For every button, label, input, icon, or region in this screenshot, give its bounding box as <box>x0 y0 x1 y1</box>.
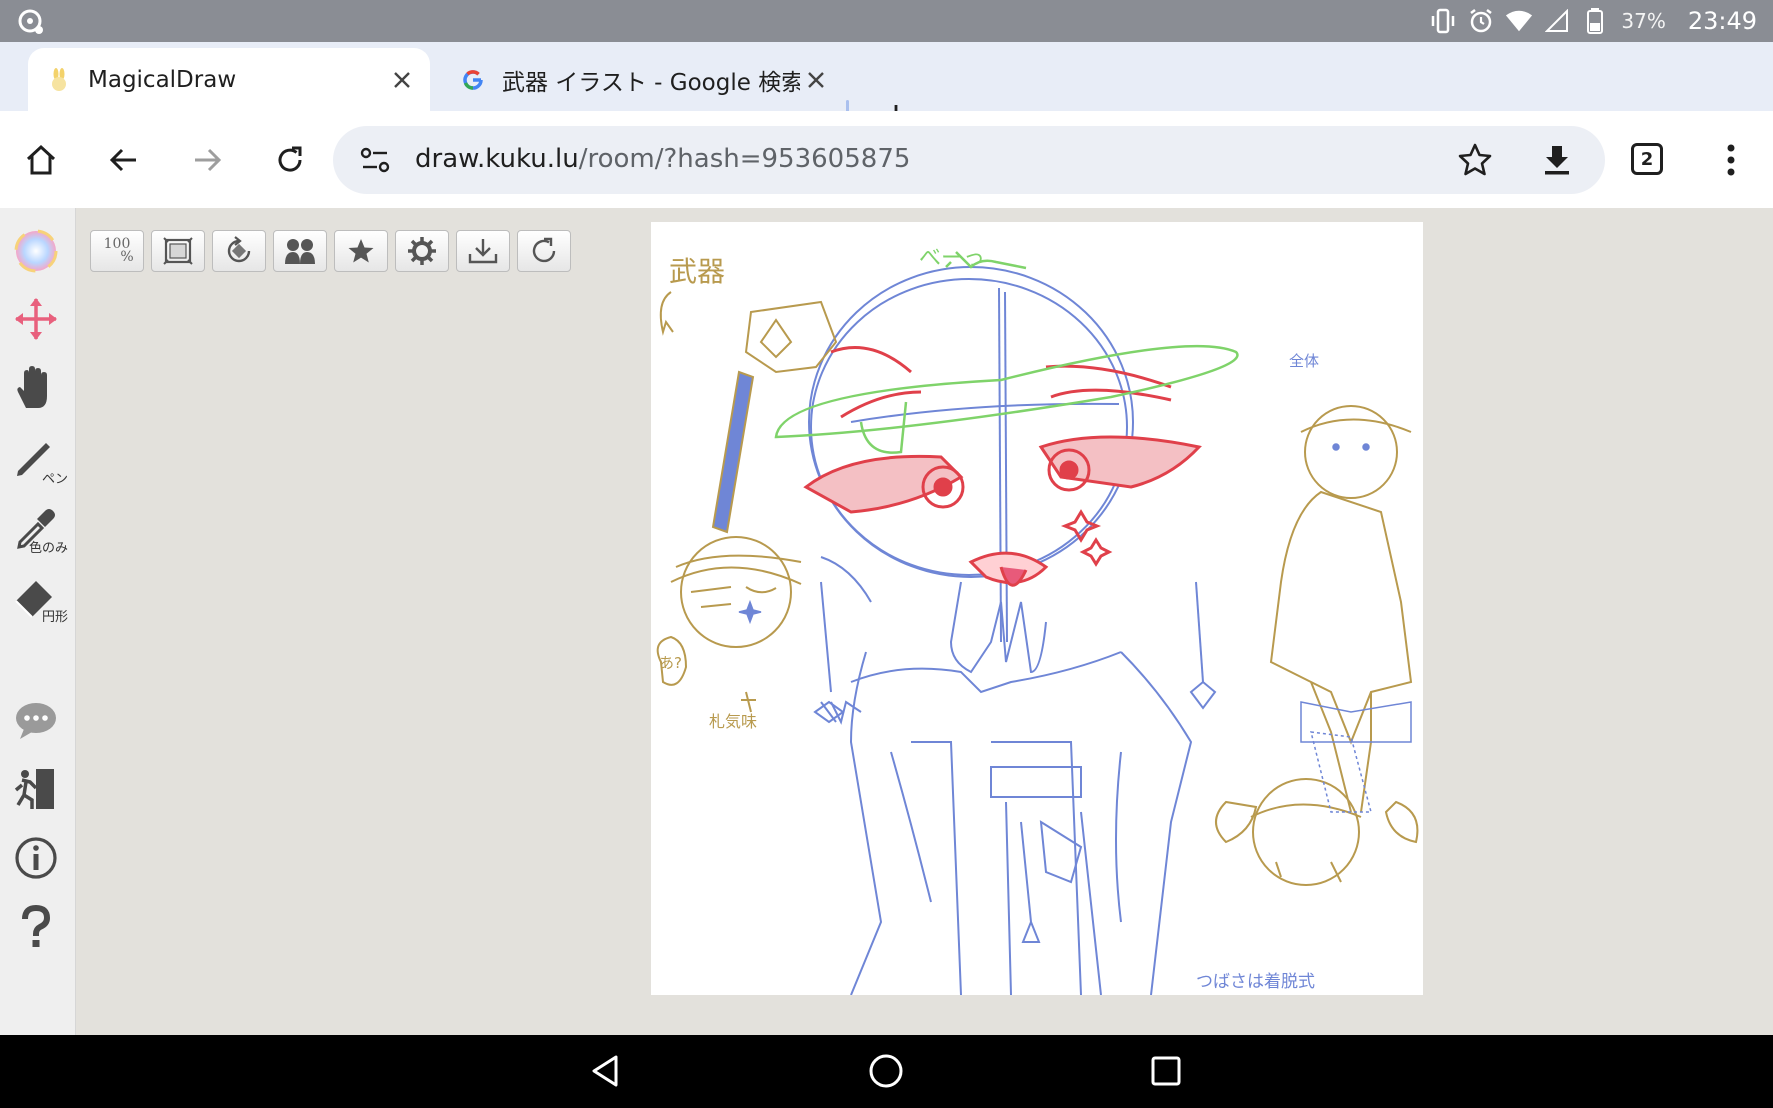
address-bar[interactable]: draw.kuku.lu/room/?hash=953605875 <box>333 126 1605 194</box>
battery-icon <box>1581 7 1609 35</box>
home-button[interactable] <box>18 137 64 183</box>
drawing-label-weapon: 武器 <box>669 255 726 288</box>
bookmark-star-icon[interactable] <box>1457 142 1493 178</box>
move-arrows-icon <box>12 295 60 343</box>
users-icon <box>285 239 315 264</box>
chat-bubble-icon <box>12 696 60 744</box>
info-button[interactable] <box>6 828 70 888</box>
overflow-menu-button[interactable] <box>1708 137 1754 183</box>
google-favicon-icon <box>460 67 486 93</box>
nav-home-button[interactable] <box>866 1051 906 1091</box>
nav-home-icon <box>869 1054 903 1088</box>
zoom-reset-button[interactable]: 100% <box>90 230 144 272</box>
drawing-label-whole: 全体 <box>1289 352 1320 370</box>
close-tab-icon[interactable] <box>386 64 418 96</box>
download-icon[interactable] <box>1539 142 1575 178</box>
users-button[interactable] <box>273 230 327 272</box>
wifi-icon <box>1505 7 1533 35</box>
tab-strip: MagicalDraw 武器 イラスト - Google 検索 <box>0 42 1773 132</box>
rabbit-favicon-icon <box>46 67 72 93</box>
color-wheel-icon <box>12 227 60 275</box>
tool-caption: 色のみ <box>28 541 68 556</box>
star-icon <box>348 239 374 263</box>
redo-icon <box>532 237 556 263</box>
tab-magicaldraw[interactable]: MagicalDraw <box>28 48 430 111</box>
forward-button[interactable] <box>184 137 230 183</box>
color-picker-tool[interactable] <box>6 221 70 281</box>
download-tray-icon <box>468 239 498 264</box>
zoom-percent-sign: % <box>120 249 134 265</box>
nav-recents-icon <box>1151 1056 1181 1086</box>
hand-icon <box>12 364 60 412</box>
vibrate-icon <box>1429 7 1457 35</box>
drawing-label-question: あ? <box>659 654 682 672</box>
gear-icon <box>408 237 436 265</box>
info-icon <box>12 834 60 882</box>
tool-caption: 円形 <box>41 610 68 625</box>
url-text: draw.kuku.lu/room/?hash=953605875 <box>415 144 910 174</box>
nav-recents-button[interactable] <box>1146 1051 1186 1091</box>
app-notification-icon <box>18 8 46 36</box>
nav-back-button[interactable] <box>586 1051 626 1091</box>
settings-button[interactable] <box>395 230 449 272</box>
drawing-canvas[interactable]: 武器 べーっ 全体 あ? 札気味 つばさは着脱式 <box>651 222 1423 996</box>
eyedropper-tool[interactable]: 色のみ <box>6 496 70 556</box>
rotate-icon <box>227 236 251 263</box>
rotate-canvas-button[interactable] <box>212 230 266 272</box>
clock: 23:49 <box>1687 7 1757 35</box>
tool-sidebar: ペン 色のみ 円形 <box>0 208 76 1035</box>
hand-tool[interactable] <box>6 358 70 418</box>
reload-icon <box>278 146 302 172</box>
tab-google-search[interactable]: 武器 イラスト - Google 検索 <box>442 48 844 111</box>
move-tool[interactable] <box>6 289 70 349</box>
status-bar: 37% 23:49 <box>0 0 1773 42</box>
cell-signal-icon <box>1543 7 1571 35</box>
screen: 37% 23:49 MagicalDraw 武器 イラスト - Google 検… <box>0 0 1773 1108</box>
drawing-label-bee: べーっ <box>919 246 986 271</box>
eraser-tool[interactable]: 円形 <box>6 565 70 625</box>
question-mark-icon <box>12 903 60 951</box>
magicaldraw-app: ペン 色のみ 円形 100 % 武器 べーっ 全体 あ? 札気味 つばさは着脱式 <box>0 208 1773 1035</box>
url-path: /room/?hash=953605875 <box>578 144 911 174</box>
exit-room-button[interactable] <box>6 759 70 819</box>
close-tab-icon[interactable] <box>800 64 832 96</box>
tool-caption: ペン <box>41 472 68 487</box>
url-host: draw.kuku.lu <box>415 144 579 174</box>
save-image-button[interactable] <box>456 230 510 272</box>
pen-tool[interactable]: ペン <box>6 427 70 487</box>
tab-title: MagicalDraw <box>88 66 237 93</box>
redo-button[interactable] <box>517 230 571 272</box>
fit-frame-icon <box>163 237 193 265</box>
canvas-toolbar: 100% <box>90 230 571 272</box>
help-button[interactable] <box>6 897 70 957</box>
home-icon <box>26 144 56 175</box>
drawing-label-flavor: 札気味 <box>709 712 758 731</box>
alarm-icon <box>1467 7 1495 35</box>
chat-button[interactable] <box>6 690 70 750</box>
forward-arrow-icon <box>195 148 222 172</box>
fit-screen-button[interactable] <box>151 230 205 272</box>
tab-switcher-button[interactable]: 2 <box>1631 143 1663 175</box>
system-navigation-bar <box>0 1035 1773 1108</box>
battery-percent: 37% <box>1621 9 1666 33</box>
reload-button[interactable] <box>267 137 313 183</box>
tab-title: 武器 イラスト - Google 検索 <box>502 69 800 96</box>
drawing-label-wings: つばさは着脱式 <box>1196 972 1315 992</box>
more-vert-icon <box>1727 144 1735 176</box>
back-button[interactable] <box>101 137 147 183</box>
nav-back-icon <box>592 1055 618 1087</box>
back-arrow-icon <box>109 148 136 172</box>
sketch-drawing <box>656 251 1419 996</box>
exit-door-icon <box>12 765 60 813</box>
favorite-button[interactable] <box>334 230 388 272</box>
browser-toolbar: draw.kuku.lu/room/?hash=953605875 2 <box>0 111 1773 208</box>
eyes-sketch <box>803 346 1202 587</box>
site-settings-icon[interactable] <box>359 145 391 175</box>
